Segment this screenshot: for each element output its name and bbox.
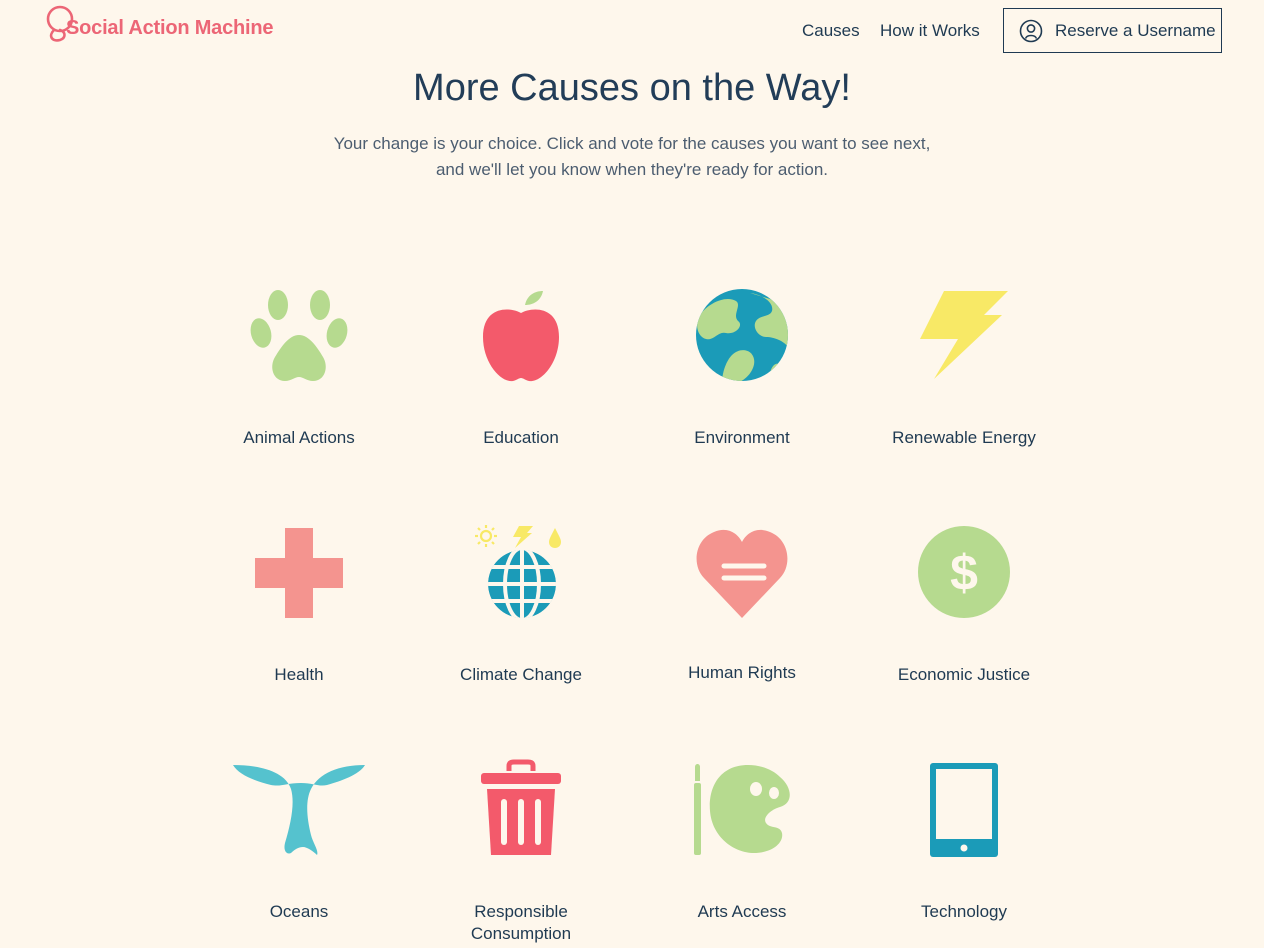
cause-label: Health <box>274 665 324 684</box>
cause-responsible-consumption[interactable]: Responsible Consumption <box>421 759 621 948</box>
logo[interactable]: Social Action Machine <box>40 4 274 44</box>
cause-label: Education <box>483 428 559 447</box>
tablet-icon <box>914 759 1014 859</box>
logo-text: Social Action Machine <box>66 17 274 39</box>
cause-label: Arts Access <box>697 902 787 921</box>
cause-economic-justice[interactable]: $ Economic Justice <box>864 522 1064 702</box>
cause-label: Technology <box>920 902 1007 921</box>
dollar-icon: $ <box>914 522 1014 622</box>
cause-health[interactable]: Health <box>199 522 399 702</box>
nav-how-it-works-link[interactable]: How it Works <box>880 21 980 41</box>
cause-label: Responsible Consumption <box>470 902 572 943</box>
user-icon <box>1019 19 1043 42</box>
cause-technology[interactable]: Technology <box>864 759 1064 948</box>
globe-icon <box>692 285 792 385</box>
apple-icon <box>471 285 571 385</box>
nav-causes-link[interactable]: Causes <box>802 21 860 41</box>
cause-label: Climate Change <box>460 665 582 684</box>
medical-cross-icon <box>249 522 349 622</box>
cause-label: Human Rights <box>688 663 796 682</box>
cause-oceans[interactable]: Oceans <box>199 759 399 948</box>
cause-arts-access[interactable]: Arts Access <box>642 759 842 948</box>
cause-label: Animal Actions <box>243 428 355 447</box>
page-title: More Causes on the Way! <box>413 67 851 109</box>
page: Social Action Machine Causes How it Work… <box>0 0 1264 948</box>
lightning-icon <box>914 285 1014 385</box>
cause-label: Renewable Energy <box>892 428 1036 447</box>
site-header: Social Action Machine Causes How it Work… <box>0 0 1264 66</box>
paw-icon <box>249 285 349 385</box>
cause-label: Environment <box>694 428 790 447</box>
cause-environment[interactable]: Environment <box>642 285 842 465</box>
heart-icon <box>692 522 792 622</box>
reserve-username-button[interactable]: Reserve a Username <box>1003 8 1222 53</box>
cause-education[interactable]: Education <box>421 285 621 465</box>
svg-text:$: $ <box>950 545 978 601</box>
cause-label: Oceans <box>269 902 329 921</box>
cause-label: Economic Justice <box>897 665 1031 684</box>
climate-globe-icon <box>471 522 571 622</box>
cause-renewable-energy[interactable]: Renewable Energy <box>864 285 1064 465</box>
trash-can-icon <box>471 759 571 859</box>
reserve-username-label: Reserve a Username <box>1055 20 1216 40</box>
cause-climate-change[interactable]: Climate Change <box>421 522 621 702</box>
cause-animal-actions[interactable]: Animal Actions <box>199 285 399 465</box>
cause-human-rights[interactable]: Human Rights <box>642 522 842 702</box>
whale-tail-icon <box>229 759 369 859</box>
palette-icon <box>692 759 792 859</box>
page-subtitle: Your change is your choice. Click and vo… <box>333 134 931 179</box>
